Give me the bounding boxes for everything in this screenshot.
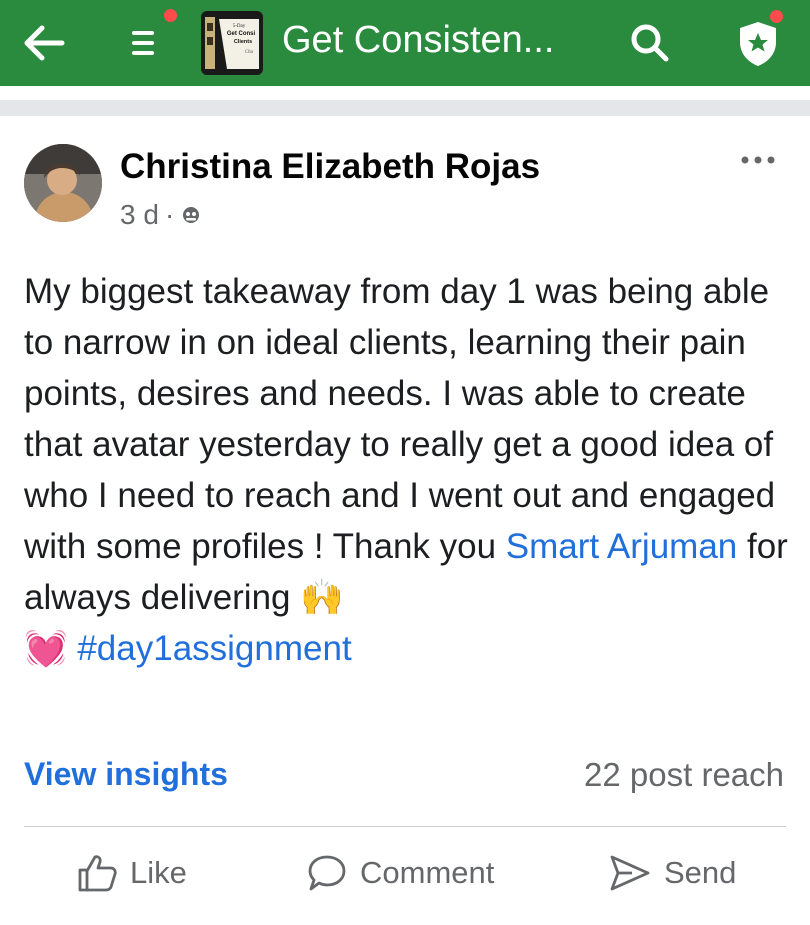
group-thumbnail[interactable]: 5-Day Get Consi Clients Cha	[200, 0, 264, 86]
more-horizontal-icon	[741, 156, 775, 164]
thumbnail-line-1: 5-Day	[233, 24, 246, 29]
like-button[interactable]: Like	[76, 848, 187, 898]
more-options-button[interactable]	[738, 150, 778, 170]
post-meta: 3 d ·	[120, 199, 202, 231]
meta-separator: ·	[164, 199, 175, 230]
menu-button[interactable]	[120, 0, 179, 86]
group-header-bar: 5-Day Get Consi Clients Cha Get Consiste…	[0, 0, 810, 86]
avatar[interactable]	[24, 144, 102, 222]
beating-heart-emoji: 💓	[24, 629, 68, 668]
search-button[interactable]	[624, 0, 676, 86]
thumbs-up-icon	[78, 855, 117, 892]
notification-dot	[162, 7, 179, 24]
thumbnail-line-2: Get Consi	[227, 31, 256, 37]
group-title[interactable]: Get Consisten...	[282, 0, 554, 86]
admin-tools-button[interactable]	[730, 0, 786, 86]
action-divider	[24, 826, 786, 827]
hashtag-link[interactable]: #day1assignment	[77, 629, 351, 668]
shield-star-icon	[740, 22, 776, 66]
post-text-main: My biggest takeaway from day 1 was being…	[24, 272, 776, 566]
thumbnail-line-4: Cha	[245, 50, 254, 55]
post-text: My biggest takeaway from day 1 was being…	[24, 266, 794, 674]
mention-link[interactable]: Smart Arjuman	[506, 527, 737, 566]
send-label: Send	[664, 855, 737, 890]
comment-label: Comment	[360, 855, 495, 890]
view-insights-link[interactable]: View insights	[24, 756, 228, 793]
back-arrow-icon	[24, 25, 65, 61]
back-button[interactable]	[18, 0, 70, 86]
menu-icon	[132, 31, 154, 55]
send-icon	[610, 855, 650, 891]
thumbnail-line-3: Clients	[234, 39, 252, 45]
group-cover-thumbnail: 5-Day Get Consi Clients Cha	[201, 11, 263, 75]
post-time[interactable]: 3 d	[120, 199, 159, 231]
section-divider	[0, 100, 810, 116]
send-button[interactable]: Send	[608, 848, 736, 898]
post-reach: 22 post reach	[584, 756, 784, 793]
comment-icon	[308, 855, 346, 891]
comment-button[interactable]: Comment	[306, 848, 494, 898]
search-icon	[631, 24, 669, 62]
raised-hands-emoji: 🙌	[300, 578, 344, 617]
notification-dot	[768, 8, 785, 25]
like-label: Like	[130, 855, 187, 890]
author-photo	[24, 144, 102, 222]
group-icon	[183, 207, 200, 223]
author-name[interactable]: Christina Elizabeth Rojas	[120, 147, 540, 187]
